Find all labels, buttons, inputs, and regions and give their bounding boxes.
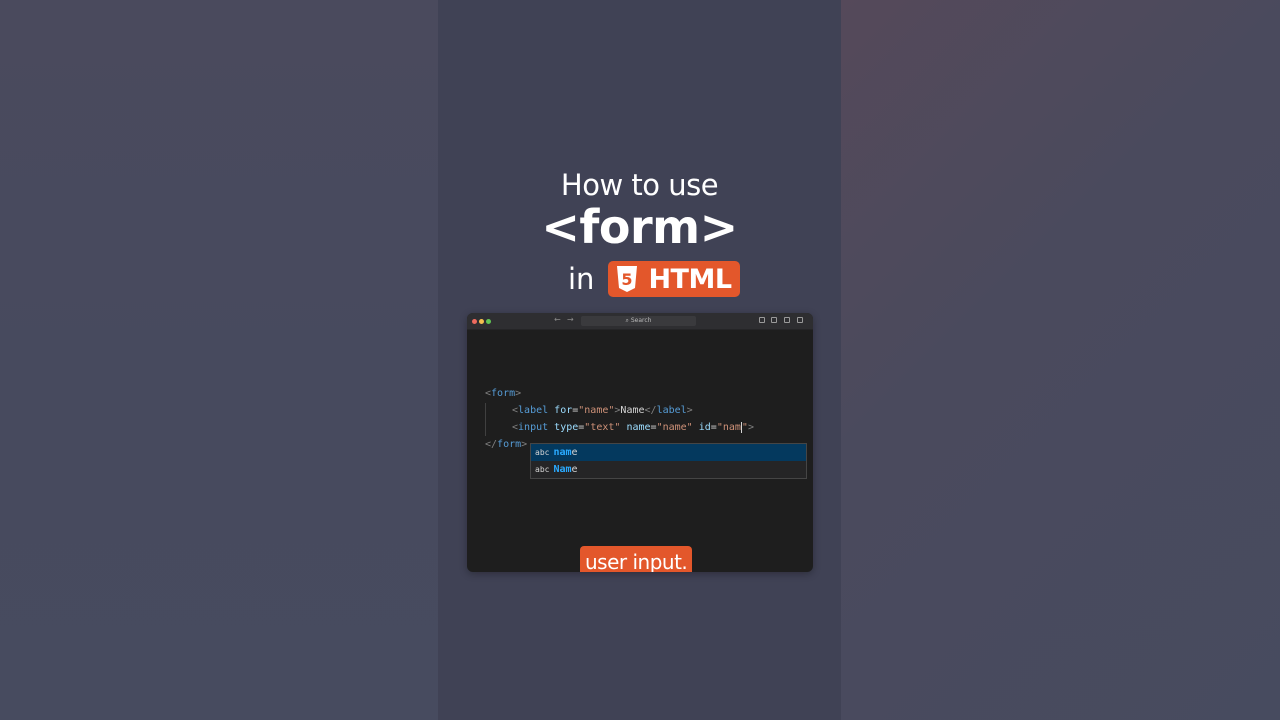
title-prefix: in bbox=[568, 262, 595, 296]
blurred-background-right bbox=[841, 0, 1280, 720]
search-placeholder: Search bbox=[630, 317, 652, 324]
autocomplete-item[interactable]: abc Name bbox=[531, 461, 806, 478]
toggle-secondary-sidebar-icon[interactable] bbox=[797, 317, 803, 323]
code-editor-window: ← → ⌕ Search <form> <label for="name">Nam… bbox=[467, 313, 813, 572]
html-badge-label: HTML bbox=[648, 263, 732, 295]
split-editor-icon[interactable] bbox=[759, 317, 765, 323]
code-editor[interactable]: <form> <label for="name">Name</label> <i… bbox=[467, 329, 813, 572]
close-window-button[interactable] bbox=[472, 319, 477, 324]
blurred-background-left bbox=[0, 0, 438, 720]
autocomplete-dropdown: abc name abc Name bbox=[530, 443, 807, 479]
title-line-2: <form> bbox=[541, 200, 738, 254]
toggle-sidebar-icon[interactable] bbox=[771, 317, 777, 323]
code-line-form-close: </form> bbox=[485, 439, 528, 450]
indent-guide bbox=[485, 403, 486, 436]
back-arrow-icon[interactable]: ← bbox=[554, 315, 561, 324]
autocomplete-item[interactable]: abc name bbox=[531, 444, 806, 461]
html-badge: 5 HTML bbox=[608, 261, 740, 297]
text-suggestion-icon: abc bbox=[535, 465, 550, 474]
minimize-window-button[interactable] bbox=[479, 319, 484, 324]
search-icon: ⌕ bbox=[625, 317, 629, 324]
title-line-1: How to use bbox=[560, 168, 719, 202]
forward-arrow-icon[interactable]: → bbox=[567, 315, 574, 324]
code-line-label: <label for="name">Name</label> bbox=[512, 405, 693, 416]
maximize-window-button[interactable] bbox=[486, 319, 491, 324]
html5-shield-icon: 5 bbox=[617, 266, 638, 292]
command-search-box[interactable]: ⌕ Search bbox=[581, 316, 696, 326]
title-line-3: in 5 HTML bbox=[568, 261, 740, 297]
window-titlebar: ← → ⌕ Search bbox=[467, 313, 813, 330]
caption-subtitle: user input. bbox=[580, 546, 693, 572]
toggle-panel-icon[interactable] bbox=[784, 317, 790, 323]
code-line-form-open: <form> bbox=[485, 388, 522, 399]
text-suggestion-icon: abc bbox=[535, 448, 550, 457]
html5-shield-number: 5 bbox=[622, 270, 633, 289]
code-line-input: <input type="text" name="name" id="nam"> bbox=[512, 421, 754, 433]
